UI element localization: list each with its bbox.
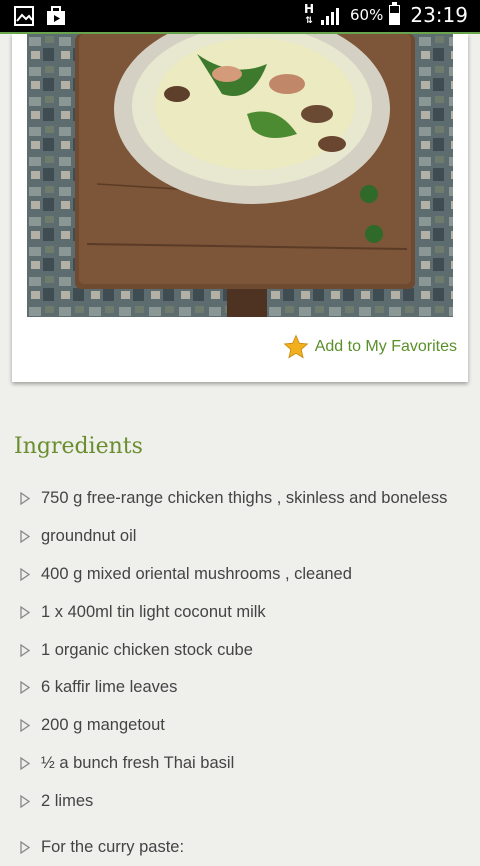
briefcase-icon bbox=[47, 6, 65, 25]
ingredient-item: 1 organic chicken stock cube bbox=[20, 631, 475, 669]
triangle-bullet-icon bbox=[20, 756, 30, 770]
triangle-bullet-icon bbox=[20, 567, 30, 581]
status-bar: H ⇅ 60% 23:19 bbox=[0, 0, 480, 34]
signal-icon bbox=[321, 8, 340, 25]
ingredient-item: 2 limes bbox=[20, 782, 475, 820]
ingredient-item: 200 g mangetout bbox=[20, 707, 475, 745]
recipe-photo bbox=[27, 34, 453, 317]
triangle-bullet-icon bbox=[20, 719, 30, 733]
ingredients-list: 750 g free-range chicken thighs , skinle… bbox=[20, 480, 475, 866]
triangle-bullet-icon bbox=[20, 643, 30, 657]
ingredient-item: groundnut oil bbox=[20, 518, 475, 556]
ingredient-item: 750 g free-range chicken thighs , skinle… bbox=[20, 480, 475, 518]
ingredient-item: For the curry paste: bbox=[20, 828, 475, 866]
add-to-favorites-button[interactable]: Add to My Favorites bbox=[283, 334, 457, 360]
ingredient-item: ½ a bunch fresh Thai basil bbox=[20, 745, 475, 783]
battery-percent: 60% bbox=[350, 6, 384, 24]
star-icon bbox=[283, 334, 309, 359]
triangle-bullet-icon bbox=[20, 492, 30, 506]
ingredient-item: 1 x 400ml tin light coconut milk bbox=[20, 593, 475, 631]
ingredient-item: 400 g mixed oriental mushrooms , cleaned bbox=[20, 556, 475, 594]
triangle-bullet-icon bbox=[20, 530, 30, 544]
recipe-image-card: Add to My Favorites bbox=[12, 34, 468, 382]
clock: 23:19 bbox=[410, 3, 468, 27]
add-to-favorites-label: Add to My Favorites bbox=[314, 338, 457, 355]
triangle-bullet-icon bbox=[20, 840, 30, 854]
network-type-label: H ⇅ bbox=[304, 2, 315, 26]
triangle-bullet-icon bbox=[20, 605, 30, 619]
battery-icon bbox=[389, 2, 401, 25]
ingredients-heading: Ingredients bbox=[14, 434, 143, 459]
triangle-bullet-icon bbox=[20, 794, 30, 808]
triangle-bullet-icon bbox=[20, 681, 30, 695]
gallery-icon bbox=[14, 6, 34, 26]
ingredient-item: 6 kaffir lime leaves bbox=[20, 669, 475, 707]
